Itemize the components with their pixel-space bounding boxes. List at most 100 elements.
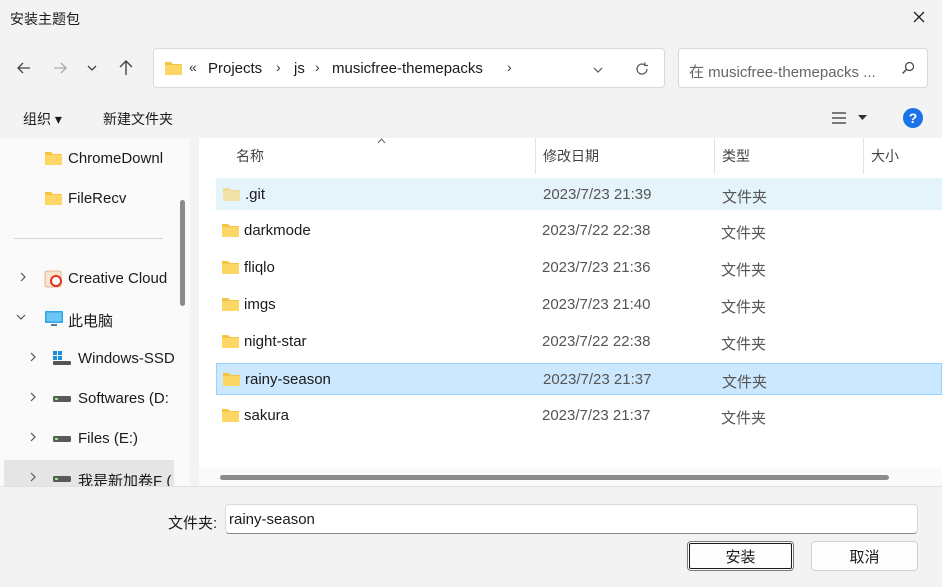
file-name: night-star (244, 333, 307, 350)
close-button[interactable] (896, 0, 942, 34)
column-divider[interactable] (714, 138, 715, 174)
chevron-right-icon[interactable] (28, 352, 38, 362)
chevron-right-icon[interactable] (28, 392, 38, 402)
sidebar-item-label: ChromeDownl (68, 150, 164, 167)
sidebar-item-this-pc[interactable]: 此电脑 (0, 300, 174, 336)
file-row[interactable]: night-star 2023/7/22 22:38 文件夹 (216, 326, 942, 358)
sidebar-item-drive-f[interactable]: 我是新加卷F ( (4, 460, 174, 486)
sidebar-item-files[interactable]: Files (E:) (0, 420, 174, 456)
search-box[interactable]: 在 musicfree-themepacks ... (678, 48, 928, 88)
refresh-icon[interactable] (635, 62, 649, 76)
forward-button[interactable] (46, 54, 74, 82)
file-date: 2023/7/23 21:39 (543, 186, 652, 203)
install-theme-dialog: 安装主题包 « Projects › js › musicfree-themep… (0, 0, 942, 587)
install-button[interactable]: 安装 (687, 541, 794, 571)
breadcrumb-separator-icon: › (315, 59, 320, 75)
file-row-selected[interactable]: rainy-season 2023/7/23 21:37 文件夹 (216, 363, 942, 395)
search-placeholder: 在 musicfree-themepacks ... (689, 64, 876, 81)
file-name: rainy-season (245, 371, 331, 388)
address-bar[interactable]: « Projects › js › musicfree-themepacks › (153, 48, 665, 88)
title-bar: 安装主题包 (0, 0, 942, 34)
column-header-type[interactable]: 类型 (722, 146, 750, 166)
sidebar-item-label: 此电脑 (68, 313, 114, 330)
file-name: .git (245, 186, 266, 203)
sidebar-item-softwares[interactable]: Softwares (D: (0, 380, 174, 416)
dialog-footer: 文件夹: 安装 取消 (0, 486, 942, 587)
organize-menu[interactable]: 组织 ▾ (23, 109, 62, 129)
folder-name-input[interactable] (225, 504, 918, 534)
folder-icon (45, 152, 62, 165)
file-type: 文件夹 (721, 336, 767, 353)
sort-ascending-icon (377, 138, 386, 144)
close-icon (913, 11, 925, 23)
new-folder-button[interactable]: 新建文件夹 (103, 109, 173, 129)
chevron-right-icon[interactable] (18, 272, 28, 282)
folder-label: 文件夹: (168, 515, 218, 532)
file-date: 2023/7/22 22:38 (542, 222, 651, 239)
column-header-name[interactable]: 名称 (236, 146, 264, 166)
sidebar-item-label: FileRecv (68, 190, 127, 207)
file-row[interactable]: imgs 2023/7/23 21:40 文件夹 (216, 289, 942, 321)
folder-icon (222, 298, 239, 311)
sidebar-item-creative-cloud[interactable]: Creative Cloud (0, 260, 174, 296)
sidebar-item-filerecv[interactable]: FileRecv (0, 180, 174, 216)
file-row[interactable]: fliqlo 2023/7/23 21:36 文件夹 (216, 252, 942, 284)
back-button[interactable] (10, 54, 38, 82)
chevron-down-icon[interactable] (592, 64, 604, 76)
windows-drive-icon (53, 351, 71, 365)
breadcrumb-projects[interactable]: Projects (208, 60, 262, 77)
folder-icon (223, 373, 240, 386)
chevron-right-icon[interactable] (28, 472, 38, 482)
column-divider[interactable] (863, 138, 864, 174)
file-row[interactable]: .git 2023/7/23 21:39 文件夹 (216, 178, 942, 210)
sidebar-item-windows-ssd[interactable]: Windows-SSD (0, 340, 174, 376)
sidebar-scrollbar[interactable] (180, 200, 185, 306)
file-type: 文件夹 (721, 225, 767, 242)
chevron-right-icon[interactable] (28, 432, 38, 442)
sidebar-item-chromedownloads[interactable]: ChromeDownl (0, 140, 174, 176)
help-icon: ? (908, 110, 918, 126)
horizontal-scrollbar[interactable] (220, 475, 889, 480)
arrow-left-icon (17, 62, 30, 74)
file-name: sakura (244, 407, 290, 424)
sidebar-item-label: Creative Cloud (68, 270, 168, 287)
navigation-pane: ChromeDownl FileRecv Creative Cloud 此电脑 … (0, 138, 190, 486)
file-name: fliqlo (244, 259, 275, 276)
column-divider[interactable] (535, 138, 536, 174)
drive-icon (53, 396, 71, 402)
recent-locations-button[interactable] (78, 54, 106, 82)
file-date: 2023/7/22 22:38 (542, 333, 651, 350)
folder-icon (222, 261, 239, 274)
sidebar-item-label: 我是新加卷F ( (78, 473, 172, 486)
view-options-button[interactable] (828, 108, 872, 130)
file-type: 文件夹 (722, 374, 768, 391)
navigation-bar: « Projects › js › musicfree-themepacks ›… (0, 40, 942, 96)
help-button[interactable]: ? (903, 108, 923, 128)
column-header-size[interactable]: 大小 (871, 146, 899, 166)
chevron-down-icon (858, 115, 867, 120)
breadcrumb-js[interactable]: js (294, 60, 305, 77)
sidebar-divider (14, 238, 163, 239)
list-view-icon (832, 112, 846, 124)
breadcrumb-musicfree-themepacks[interactable]: musicfree-themepacks (332, 60, 483, 77)
creative-cloud-icon (44, 270, 62, 288)
search-icon (902, 61, 915, 74)
file-type: 文件夹 (721, 299, 767, 316)
folder-icon (223, 188, 240, 201)
sidebar-item-label: Files (E:) (78, 430, 138, 447)
breadcrumb-separator-icon: › (276, 59, 281, 75)
arrow-up-icon (119, 60, 133, 75)
sidebar-item-label: Windows-SSD (78, 350, 174, 367)
pc-icon (45, 311, 63, 326)
breadcrumb-overflow[interactable]: « (189, 59, 197, 75)
file-type: 文件夹 (721, 410, 767, 427)
file-row[interactable]: sakura 2023/7/23 21:37 文件夹 (216, 400, 942, 432)
chevron-down-icon[interactable] (16, 312, 26, 322)
up-button[interactable] (112, 54, 140, 82)
file-row[interactable]: darkmode 2023/7/22 22:38 文件夹 (216, 215, 942, 247)
file-date: 2023/7/23 21:37 (543, 371, 652, 388)
column-header-date[interactable]: 修改日期 (543, 146, 599, 166)
cancel-button[interactable]: 取消 (811, 541, 918, 571)
arrow-right-icon (54, 62, 67, 74)
folder-icon (45, 192, 62, 205)
